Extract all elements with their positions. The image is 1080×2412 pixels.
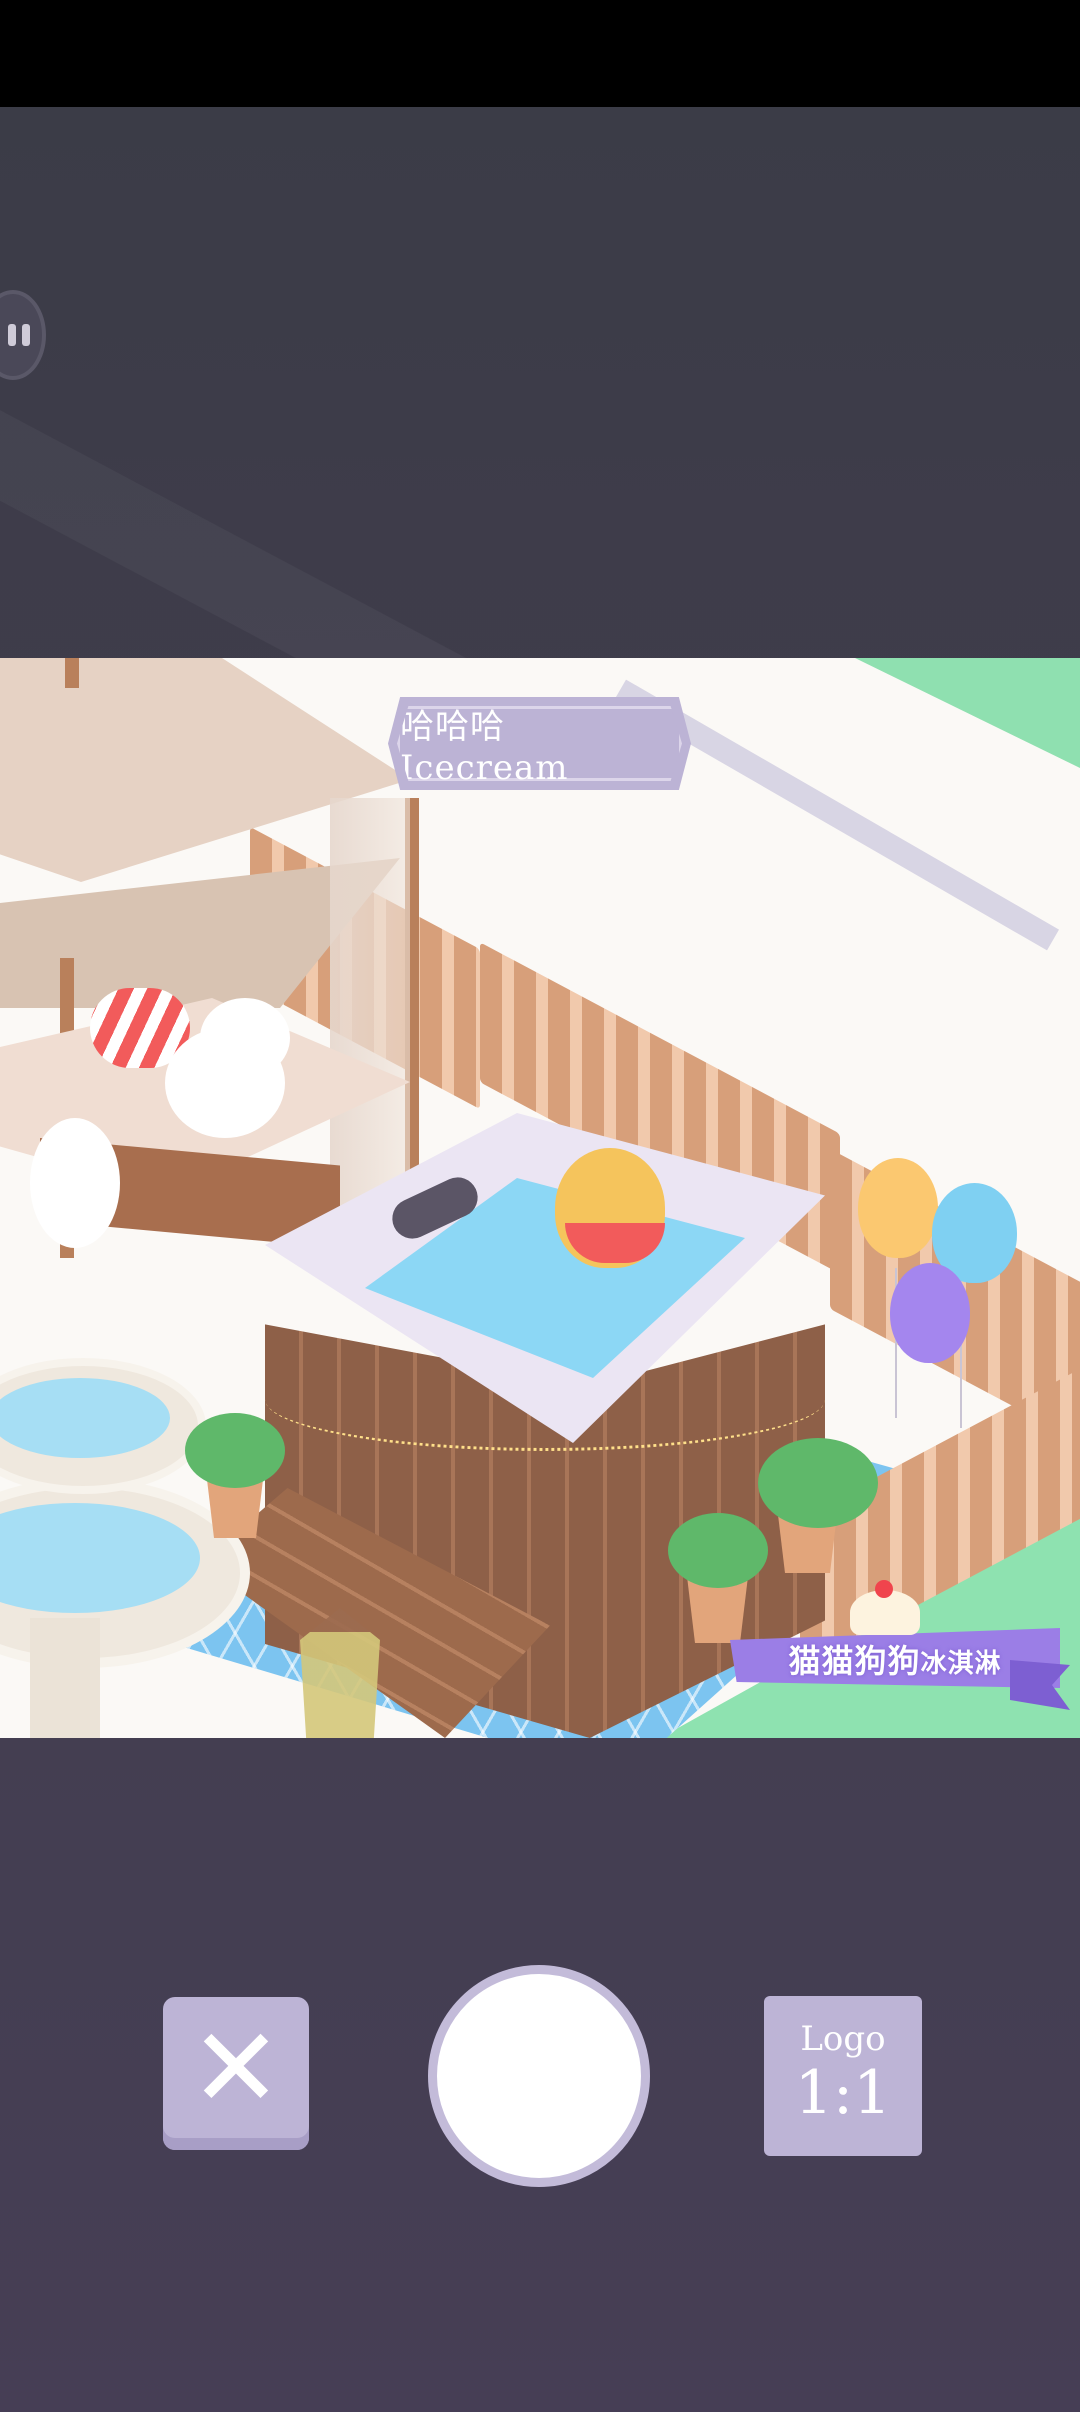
pause-icon-bar xyxy=(22,324,30,346)
pause-icon-bar xyxy=(8,324,16,346)
game-title-text: 哈哈哈 Icecream xyxy=(397,706,682,781)
shutter-button[interactable] xyxy=(428,1965,650,2187)
brand-text-main: 猫猫狗狗 xyxy=(788,1642,921,1680)
brand-text-small: 冰淇淋 xyxy=(920,1649,1002,1679)
close-button[interactable]: ✕ xyxy=(163,1997,309,2150)
logo-label: Logo xyxy=(800,2019,886,2059)
white-dog-head xyxy=(200,998,290,1078)
purple-balloon xyxy=(890,1263,970,1363)
potted-plant xyxy=(758,1438,878,1528)
game-title-sign: 哈哈哈 Icecream xyxy=(388,697,691,790)
cherry-icon xyxy=(875,1580,893,1598)
potted-plant xyxy=(668,1513,768,1588)
fountain-pillar xyxy=(30,1618,100,1738)
yellow-balloon xyxy=(858,1158,938,1258)
ratio-label: 1:1 xyxy=(794,2058,892,2128)
string-lights xyxy=(265,1348,825,1451)
status-bar xyxy=(0,0,1080,107)
photo-preview xyxy=(0,658,1080,1738)
canopy-post xyxy=(65,658,79,688)
grass-patch xyxy=(855,658,1080,768)
potted-plant xyxy=(185,1413,285,1488)
logo-ratio-toggle[interactable]: Logo 1:1 xyxy=(764,1996,922,2156)
brand-watermark: 猫猫狗狗冰淇淋 xyxy=(730,1580,1070,1710)
white-cat-character xyxy=(30,1118,120,1248)
brand-text: 猫猫狗狗冰淇淋 xyxy=(788,1636,1001,1682)
close-icon: ✕ xyxy=(189,2003,283,2132)
